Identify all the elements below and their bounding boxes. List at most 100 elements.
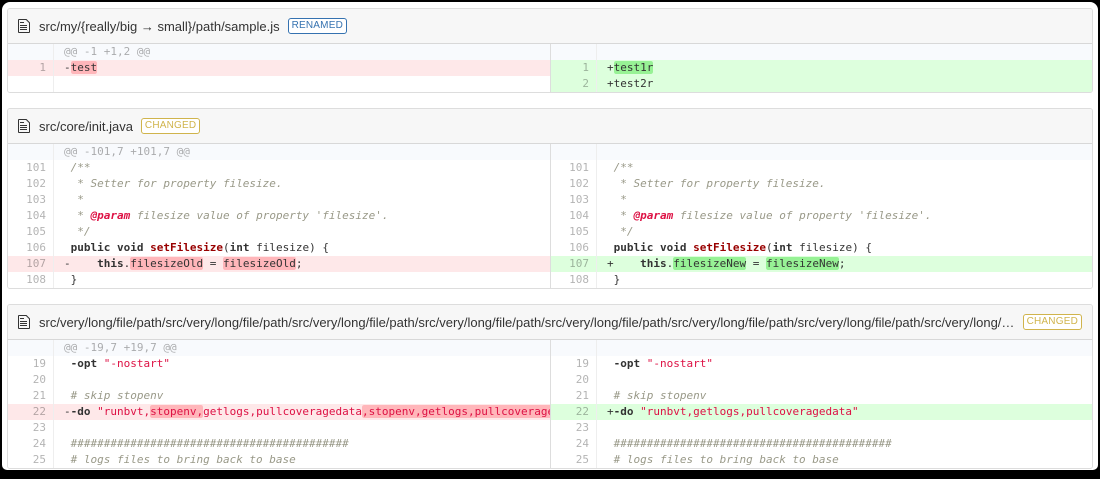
code-line	[597, 372, 1092, 388]
code-line: # logs files to bring back to base	[597, 452, 1092, 468]
line-number[interactable]: 104	[551, 208, 597, 224]
code-line: public void setFilesize(int filesize) {	[54, 240, 550, 256]
diff-code-row: 102 * Setter for property filesize.	[8, 176, 550, 192]
line-number[interactable]: 102	[551, 176, 597, 192]
hunk-header-row: @@ -101,7 +101,7 @@	[8, 144, 550, 160]
code-segment: ;	[838, 257, 846, 270]
side-by-side-diff: @@ -101,7 +101,7 @@ 101 /** 102 * Setter f…	[8, 144, 1092, 288]
line-number[interactable]: 23	[551, 420, 597, 436]
code-segment: (	[765, 241, 773, 254]
line-number[interactable]: 103	[551, 192, 597, 208]
file-header: src/my/{really/big → small}/path/sample.…	[8, 9, 1092, 44]
code-line: --do "runbvt,stopenv,getlogs,pullcoverag…	[54, 404, 550, 420]
code-segment: *	[70, 209, 91, 222]
code-segment: this	[640, 257, 667, 270]
line-number[interactable]: 101	[551, 160, 597, 176]
code-line: +test2r	[597, 76, 1092, 92]
line-number[interactable]: 1	[551, 60, 597, 76]
line-number[interactable]: 25	[8, 452, 54, 468]
code-segment: }	[613, 273, 621, 286]
code-segment: -opt	[613, 357, 641, 370]
line-number[interactable]: 102	[8, 176, 54, 192]
line-number	[8, 340, 54, 356]
code-segment: getlogs,pullcoveragedata	[203, 405, 363, 418]
code-segment: */	[613, 225, 634, 238]
line-number	[551, 340, 597, 356]
line-number[interactable]: 105	[551, 224, 597, 240]
line-number[interactable]: 101	[8, 160, 54, 176]
line-number[interactable]: 21	[551, 388, 597, 404]
code-segment: this	[97, 257, 124, 270]
line-number[interactable]: 19	[8, 356, 54, 372]
code-line: -opt "-nostart"	[597, 356, 1092, 372]
word-diff-highlight: stopenv,	[150, 405, 204, 418]
line-number[interactable]: 24	[8, 436, 54, 452]
line-number[interactable]: 20	[551, 372, 597, 388]
line-number[interactable]: 22	[551, 404, 597, 420]
hunk-header	[597, 340, 1092, 356]
hunk-header-row: @@ -1 +1,2 @@	[8, 44, 550, 60]
file-icon	[18, 314, 30, 330]
diff-code-row: 103 *	[8, 192, 550, 208]
diff-code-row: 105 */	[551, 224, 1092, 240]
code-line: # logs files to bring back to base	[54, 452, 550, 468]
code-segment: +	[607, 405, 614, 418]
file-status-badge: CHANGED	[140, 118, 201, 134]
code-line: # skip stopenv	[597, 388, 1092, 404]
line-number[interactable]: 24	[551, 436, 597, 452]
line-number[interactable]: 19	[551, 356, 597, 372]
line-number[interactable]: 108	[551, 272, 597, 288]
diff-viewer-page: src/my/{really/big → small}/path/sample.…	[2, 2, 1098, 470]
line-number[interactable]: 108	[8, 272, 54, 288]
line-number[interactable]: 105	[8, 224, 54, 240]
line-number[interactable]: 1	[8, 60, 54, 76]
line-number[interactable]: 22	[8, 404, 54, 420]
file-icon	[18, 118, 30, 134]
code-segment: # skip stopenv	[70, 389, 164, 402]
line-number[interactable]: 103	[8, 192, 54, 208]
code-segment: ########################################…	[70, 437, 349, 450]
code-segment: # logs files to bring back to base	[613, 453, 839, 466]
line-number[interactable]: 107	[8, 256, 54, 272]
code-segment: @@ -1 +1,2 @@	[64, 45, 151, 58]
line-number[interactable]: 107	[551, 256, 597, 272]
code-line: }	[597, 272, 1092, 288]
line-number[interactable]: 23	[8, 420, 54, 436]
line-number[interactable]: 106	[8, 240, 54, 256]
hunk-header-row	[551, 44, 1092, 60]
code-segment: public	[70, 241, 111, 254]
code-segment: # skip stopenv	[613, 389, 707, 402]
diff-left-side: @@ -1 +1,2 @@ 1 -test	[8, 44, 550, 92]
code-segment: filesize value of property 'filesize'.	[130, 209, 389, 222]
diff-code-row: 107- this.filesizeOld = filesizeOld;	[8, 256, 550, 272]
screenshot-frame: src/my/{really/big → small}/path/sample.…	[0, 0, 1100, 479]
hunk-header-row: @@ -19,7 +19,7 @@	[8, 340, 550, 356]
code-line: public void setFilesize(int filesize) {	[597, 240, 1092, 256]
word-diff-highlight: filesizeNew	[673, 257, 747, 270]
line-number[interactable]: 21	[8, 388, 54, 404]
diff-code-row: 105 */	[8, 224, 550, 240]
line-number[interactable]: 106	[551, 240, 597, 256]
line-number[interactable]: 2	[551, 76, 597, 92]
hunk-header	[597, 144, 1092, 160]
line-number	[551, 144, 597, 160]
code-line: -opt "-nostart"	[54, 356, 550, 372]
line-number[interactable]: 104	[8, 208, 54, 224]
line-number[interactable]: 25	[551, 452, 597, 468]
code-segment: -opt	[70, 357, 98, 370]
line-number[interactable]: 20	[8, 372, 54, 388]
diff-code-row: 2 +test2r	[551, 76, 1092, 92]
file-diff-panel-3: src/very/long/file/path/src/very/long/fi…	[7, 304, 1093, 469]
